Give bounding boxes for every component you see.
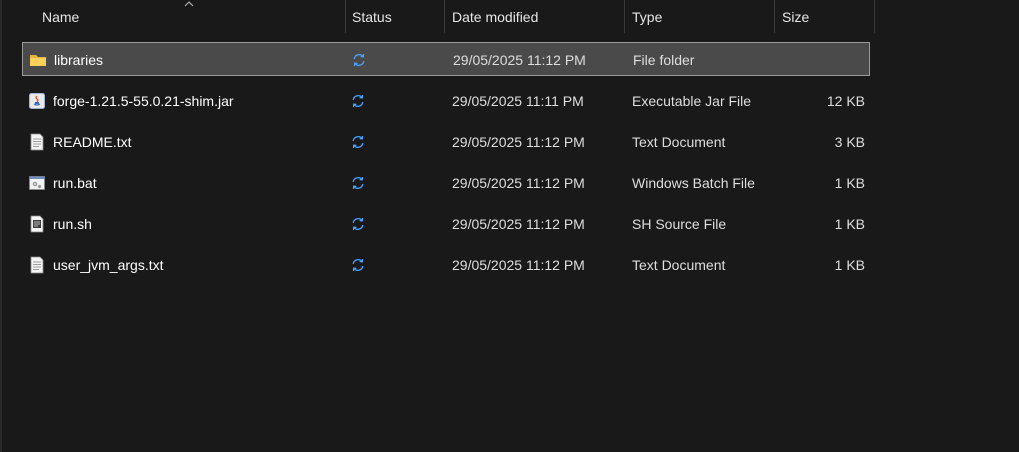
column-header-bar: Name Status Date modified Type Size xyxy=(0,0,1019,35)
column-divider[interactable] xyxy=(874,0,875,33)
file-name: libraries xyxy=(54,52,104,68)
column-header-name[interactable]: Name xyxy=(35,0,345,35)
text-document-icon xyxy=(30,133,44,151)
column-header-type[interactable]: Type xyxy=(625,0,774,35)
sync-icon xyxy=(352,217,364,231)
sync-icon xyxy=(352,258,364,272)
file-size: 3 KB xyxy=(834,134,865,150)
file-size: 1 KB xyxy=(834,175,865,191)
file-row-run-sh[interactable]: run.sh 29/05/2025 11:12 PM SH Source Fil… xyxy=(22,207,870,241)
file-type: Text Document xyxy=(632,134,726,150)
file-date-modified: 29/05/2025 11:12 PM xyxy=(452,216,585,232)
column-header-status[interactable]: Status xyxy=(345,0,444,35)
file-row-forge-jar[interactable]: forge-1.21.5-55.0.21-shim.jar 29/05/2025… xyxy=(22,84,870,118)
file-type: File folder xyxy=(633,52,695,68)
file-type: Text Document xyxy=(632,257,726,273)
file-date-modified: 29/05/2025 11:12 PM xyxy=(452,257,585,273)
file-name: run.bat xyxy=(53,175,97,191)
file-date-modified: 29/05/2025 11:11 PM xyxy=(452,93,584,109)
sync-icon xyxy=(353,53,365,67)
file-explorer-pane: Name Status Date modified Type Size libr… xyxy=(0,0,1019,452)
file-name: forge-1.21.5-55.0.21-shim.jar xyxy=(53,93,234,109)
file-row-libraries[interactable]: libraries 29/05/2025 11:12 PM File folde… xyxy=(22,42,870,76)
text-document-icon xyxy=(30,256,44,274)
file-row-user-jvm-args[interactable]: user_jvm_args.txt 29/05/2025 11:12 PM Te… xyxy=(22,248,870,282)
file-size: 1 KB xyxy=(834,257,865,273)
file-row-run-bat[interactable]: run.bat 29/05/2025 11:12 PM Windows Batc… xyxy=(22,166,870,200)
file-size: 1 KB xyxy=(834,216,865,232)
file-type: Executable Jar File xyxy=(632,93,752,109)
sync-icon xyxy=(352,176,364,190)
file-name: README.txt xyxy=(53,134,132,150)
batch-file-icon xyxy=(29,176,45,190)
file-row-readme[interactable]: README.txt 29/05/2025 11:12 PM Text Docu… xyxy=(22,125,870,159)
file-type: SH Source File xyxy=(632,216,727,232)
pane-border xyxy=(0,0,2,452)
file-date-modified: 29/05/2025 11:12 PM xyxy=(453,52,586,68)
sync-icon xyxy=(352,94,364,108)
file-date-modified: 29/05/2025 11:12 PM xyxy=(452,175,585,191)
column-header-size[interactable]: Size xyxy=(775,0,874,35)
file-size: 12 KB xyxy=(826,93,865,109)
java-jar-icon xyxy=(29,93,45,109)
file-type: Windows Batch File xyxy=(632,175,755,191)
sync-icon xyxy=(352,135,364,149)
file-name: run.sh xyxy=(53,216,92,232)
file-date-modified: 29/05/2025 11:12 PM xyxy=(452,134,585,150)
folder-icon xyxy=(30,55,46,66)
sh-source-icon xyxy=(30,215,44,233)
column-header-date-modified[interactable]: Date modified xyxy=(445,0,624,35)
file-name: user_jvm_args.txt xyxy=(53,257,164,273)
